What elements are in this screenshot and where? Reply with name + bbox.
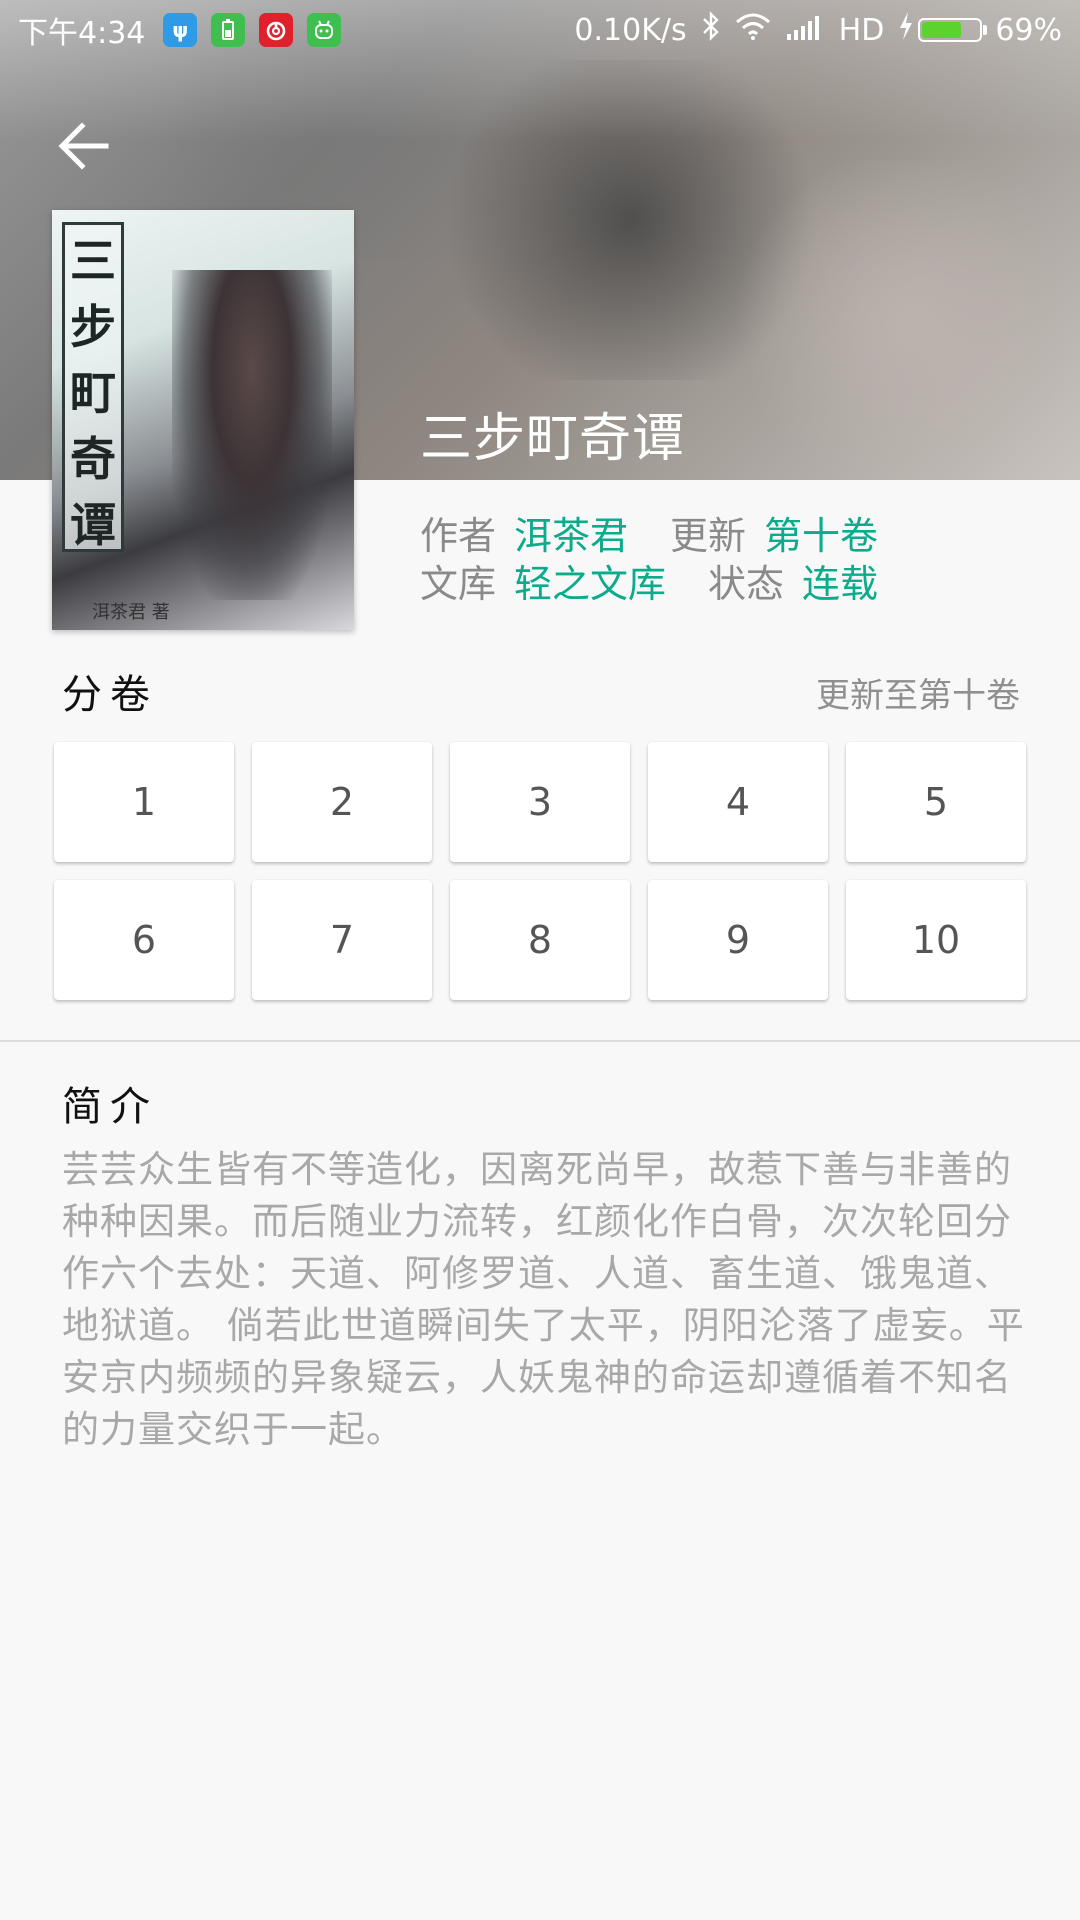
volume-button-9[interactable]: 9 [648,880,828,1000]
wifi-icon [735,12,771,48]
volume-button-1[interactable]: 1 [54,742,234,862]
network-type: HD [838,12,885,48]
volumes-update-note: 更新至第十卷 [816,676,1020,716]
volume-button-5[interactable]: 5 [846,742,1026,862]
author-value[interactable]: 洱茶君 [514,514,628,558]
volume-button-2[interactable]: 2 [252,742,432,862]
volume-button-8[interactable]: 8 [450,880,630,1000]
network-speed: 0.10K/s [574,12,687,48]
update-label: 更新 [670,514,747,558]
charging-icon [898,11,914,49]
status-right: 0.10K/s HD 69% [560,10,1062,50]
status-value: 连载 [802,562,879,606]
book-cover: 三 步 町 奇 谭 洱茶君 著 [52,210,354,630]
status-bar: 下午4:34 ψ 0.10K/s HD 69% [0,0,1080,60]
intro-text: 芸芸众生皆有不等造化，因离死尚早，故惹下善与非善的种种因果。而后随业力流转，红颜… [62,1148,1025,1451]
library-label: 文库 [420,562,497,606]
library-value[interactable]: 轻之文库 [514,562,666,606]
bluetooth-icon [701,10,721,50]
author-label: 作者 [420,514,497,558]
netease-music-icon [259,13,294,47]
volume-button-10[interactable]: 10 [846,880,1026,1000]
book-info: 作者 洱茶君 更新 第十卷 文库 轻之文库 状态 连载 [420,512,920,608]
battery-percent: 69% [995,12,1062,48]
arrow-left-icon [58,122,109,170]
volume-button-7[interactable]: 7 [252,880,432,1000]
status-label: 状态 [708,562,785,606]
status-time: 下午4:34 [18,16,146,51]
volume-button-6[interactable]: 6 [54,880,234,1000]
volumes-title: 分卷 [62,672,158,718]
cover-author: 洱茶君 著 [92,602,170,623]
battery-icon [918,18,988,42]
android-bot-icon [307,13,342,47]
volume-grid: 1 2 3 4 5 6 7 8 9 10 [54,742,1026,1000]
update-value: 第十卷 [764,514,879,558]
info-row-library: 文库 轻之文库 状态 连载 [420,560,920,608]
info-row-author: 作者 洱茶君 更新 第十卷 [420,512,920,560]
intro-title: 简介 [62,1084,158,1130]
volume-button-4[interactable]: 4 [648,742,828,862]
section-divider [0,1040,1080,1042]
book-title: 三步町奇谭 [420,409,686,469]
cellular-signal-icon [785,13,825,48]
usb-icon: ψ [163,13,198,47]
volume-button-3[interactable]: 3 [450,742,630,862]
back-button[interactable] [56,118,112,174]
cover-title-box: 三 步 町 奇 谭 [62,222,124,552]
status-left: 下午4:34 ψ [18,8,355,52]
cover-illustration [172,270,332,600]
battery-saver-icon [211,13,246,47]
